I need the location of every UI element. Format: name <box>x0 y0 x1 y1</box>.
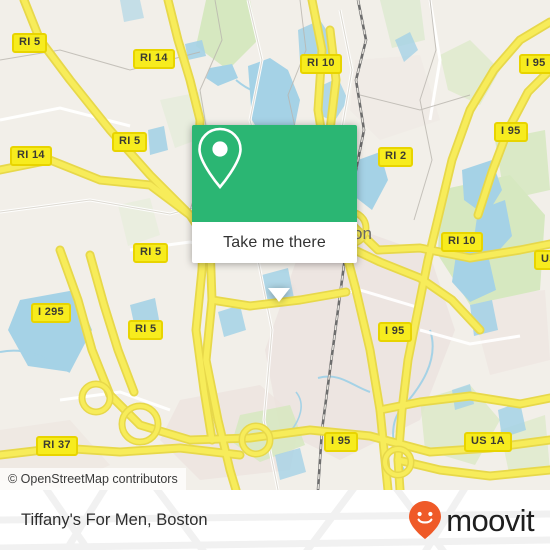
highway-shield: I 95 <box>324 432 358 452</box>
footer-bar: Tiffany's For Men, Boston moovit <box>0 490 550 550</box>
highway-shield: RI 37 <box>36 436 78 456</box>
highway-shield: I 95 <box>494 122 528 142</box>
highway-shield: RI 5 <box>128 320 164 340</box>
highway-shield: I 95 <box>378 322 412 342</box>
highway-shield: RI 10 <box>441 232 483 252</box>
highway-shield: RI 14 <box>133 49 175 69</box>
take-me-there-label: Take me there <box>223 233 326 251</box>
moovit-map-screenshot: on RI 5 RI 14 RI 10 I 95 RI 5 RI 14 I 95 RI 2 RI… <box>0 0 550 550</box>
highway-shield: RI 5 <box>133 243 169 263</box>
moovit-brand[interactable]: moovit <box>408 490 535 550</box>
highway-shield: I 295 <box>31 303 71 323</box>
callout-footer[interactable]: Take me there <box>192 222 357 263</box>
map-pin-icon <box>198 127 242 190</box>
highway-shield: RI 10 <box>300 54 342 74</box>
moovit-smiley-pin-icon <box>409 501 442 539</box>
highway-shield: RI 5 <box>112 132 148 152</box>
osm-attribution[interactable]: © OpenStreetMap contributors <box>0 468 186 490</box>
location-callout-card[interactable]: Take me there <box>192 125 357 302</box>
highway-shield: RI 14 <box>10 146 52 166</box>
place-name-label: Tiffany's For Men, Boston <box>21 510 208 529</box>
moovit-wordmark: moovit <box>446 502 534 538</box>
callout-header <box>192 125 357 222</box>
highway-shield: US 1A <box>464 432 512 452</box>
highway-shield: US 1A <box>534 250 550 270</box>
callout-pointer-tail <box>268 288 290 302</box>
highway-shield: RI 5 <box>12 33 48 53</box>
map-canvas[interactable]: on RI 5 RI 14 RI 10 I 95 RI 5 RI 14 I 95 RI 2 RI… <box>0 0 550 490</box>
highway-shield: I 95 <box>519 54 550 74</box>
highway-shield: RI 2 <box>378 147 414 167</box>
